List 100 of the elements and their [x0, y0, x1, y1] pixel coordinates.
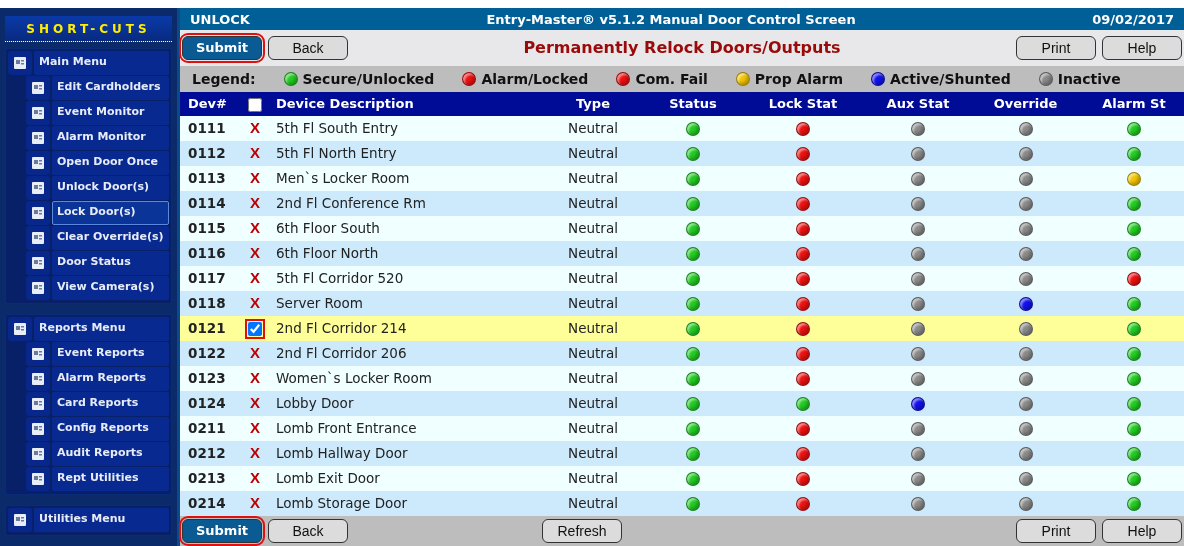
page-heading: Permanently Relock Doors/Outputs	[522, 37, 842, 59]
sidebar-item[interactable]: Alarm Reports	[52, 367, 169, 391]
sidebar-item[interactable]: Alarm Monitor	[52, 126, 169, 150]
table-cell: 2nd Fl Corridor 206	[268, 341, 538, 366]
table-cell: Neutral	[538, 291, 648, 316]
not-selectable-mark: X	[250, 294, 260, 312]
table-cell: 5th Fl Corridor 520	[268, 266, 538, 291]
table-cell: Neutral	[538, 191, 648, 216]
action-button[interactable]: Back	[268, 36, 348, 60]
table-cell: 5th Fl South Entry	[268, 116, 538, 141]
table-cell: 0121	[180, 316, 242, 341]
not-selectable-mark: X	[250, 444, 260, 462]
column-header: Device Description	[268, 92, 538, 116]
table-cell: 0116	[180, 241, 242, 266]
not-selectable-mark: X	[250, 219, 260, 237]
table-cell: Neutral	[538, 466, 648, 491]
document-icon	[30, 472, 46, 486]
action-button[interactable]: Submit	[182, 36, 262, 60]
menu-heading[interactable]: Utilities Menu	[34, 508, 169, 532]
legend-text: Prop Alarm	[754, 69, 844, 89]
sidebar-item[interactable]: Config Reports	[52, 417, 169, 441]
document-icon	[30, 206, 46, 220]
sidebar-title: SHORT-CUTS	[5, 16, 172, 42]
action-button[interactable]: Help	[1102, 519, 1182, 543]
sidebar-item[interactable]: Unlock Door(s)	[52, 176, 169, 200]
table-cell: 0211	[180, 416, 242, 441]
table-cell: Neutral	[538, 141, 648, 166]
table-cell: Women`s Locker Room	[268, 366, 538, 391]
table-cell: Men`s Locker Room	[268, 166, 538, 191]
table-cell: Neutral	[538, 266, 648, 291]
table-cell: 0124	[180, 391, 242, 416]
sidebar-item[interactable]: Event Reports	[52, 342, 169, 366]
action-button[interactable]: Print	[1016, 36, 1096, 60]
table-cell: Neutral	[538, 441, 648, 466]
sidebar-item[interactable]: Rept Utilities	[52, 467, 169, 491]
table-cell: 0111	[180, 116, 242, 141]
sidebar-item[interactable]: Audit Reports	[52, 442, 169, 466]
document-icon	[12, 56, 28, 70]
table-cell: Lomb Front Entrance	[268, 416, 538, 441]
document-icon	[30, 397, 46, 411]
document-icon	[30, 347, 46, 361]
action-button[interactable]: Submit	[182, 519, 262, 543]
table-cell: Neutral	[538, 316, 648, 341]
legend-text: Active/Shunted	[890, 69, 1011, 89]
sidebar-item[interactable]: Event Monitor	[52, 101, 169, 125]
table-cell: 0212	[180, 441, 242, 466]
sidebar-item[interactable]: Clear Override(s)	[52, 226, 169, 250]
not-selectable-mark: X	[250, 469, 260, 487]
document-icon	[30, 447, 46, 461]
table-cell: Lobby Door	[268, 391, 538, 416]
row-checkbox[interactable]	[248, 322, 262, 337]
table-cell: Neutral	[538, 116, 648, 141]
not-selectable-mark: X	[250, 269, 260, 287]
legend-text: Inactive	[1057, 69, 1121, 89]
table-cell: 0122	[180, 341, 242, 366]
table-cell: 0214	[180, 491, 242, 516]
sidebar-item[interactable]: Edit Cardholders	[52, 76, 169, 100]
table-cell: Lomb Storage Door	[268, 491, 538, 516]
table-cell: 0115	[180, 216, 242, 241]
screen-label: UNLOCK	[190, 11, 250, 28]
table-cell: 0113	[180, 166, 242, 191]
window-title: Entry-Master® v5.1.2 Manual Door Control Screen	[486, 11, 856, 28]
action-button[interactable]: Refresh	[542, 519, 622, 543]
document-icon	[30, 181, 46, 195]
not-selectable-mark: X	[250, 169, 260, 187]
action-button[interactable]: Back	[268, 519, 348, 543]
not-selectable-mark: X	[250, 394, 260, 412]
date-label: 09/02/2017	[1092, 11, 1174, 28]
table-cell: Lomb Hallway Door	[268, 441, 538, 466]
table-cell: Neutral	[538, 216, 648, 241]
column-header: Type	[538, 92, 648, 116]
menu-heading[interactable]: Reports Menu	[34, 317, 169, 341]
not-selectable-mark: X	[250, 494, 260, 512]
sidebar-item[interactable]: Open Door Once	[52, 151, 169, 175]
not-selectable-mark: X	[250, 419, 260, 437]
table-cell: Neutral	[538, 241, 648, 266]
sidebar-item[interactable]: Card Reports	[52, 392, 169, 416]
table-cell: 0114	[180, 191, 242, 216]
not-selectable-mark: X	[250, 344, 260, 362]
select-all-checkbox[interactable]	[248, 97, 262, 112]
table-cell: Lomb Exit Door	[268, 466, 538, 491]
menu-heading[interactable]: Main Menu	[34, 51, 169, 75]
sidebar-item[interactable]: Door Status	[52, 251, 169, 275]
table-cell: Neutral	[538, 491, 648, 516]
not-selectable-mark: X	[250, 144, 260, 162]
table-cell: Neutral	[538, 366, 648, 391]
not-selectable-mark: X	[250, 369, 260, 387]
document-icon	[30, 372, 46, 386]
action-button[interactable]: Help	[1102, 36, 1182, 60]
table-cell: 6th Floor North	[268, 241, 538, 266]
document-icon	[30, 231, 46, 245]
sidebar-item[interactable]: View Camera(s)	[52, 276, 169, 300]
table-cell: 2nd Fl Corridor 214	[268, 316, 538, 341]
table-cell: 0123	[180, 366, 242, 391]
column-header: Dev#	[180, 92, 242, 116]
document-icon	[12, 322, 28, 336]
action-button[interactable]: Print	[1016, 519, 1096, 543]
sidebar-item[interactable]: Lock Door(s)	[52, 201, 169, 225]
column-header: Alarm St	[1083, 92, 1184, 116]
legend-text: Secure/Unlocked	[302, 69, 435, 89]
